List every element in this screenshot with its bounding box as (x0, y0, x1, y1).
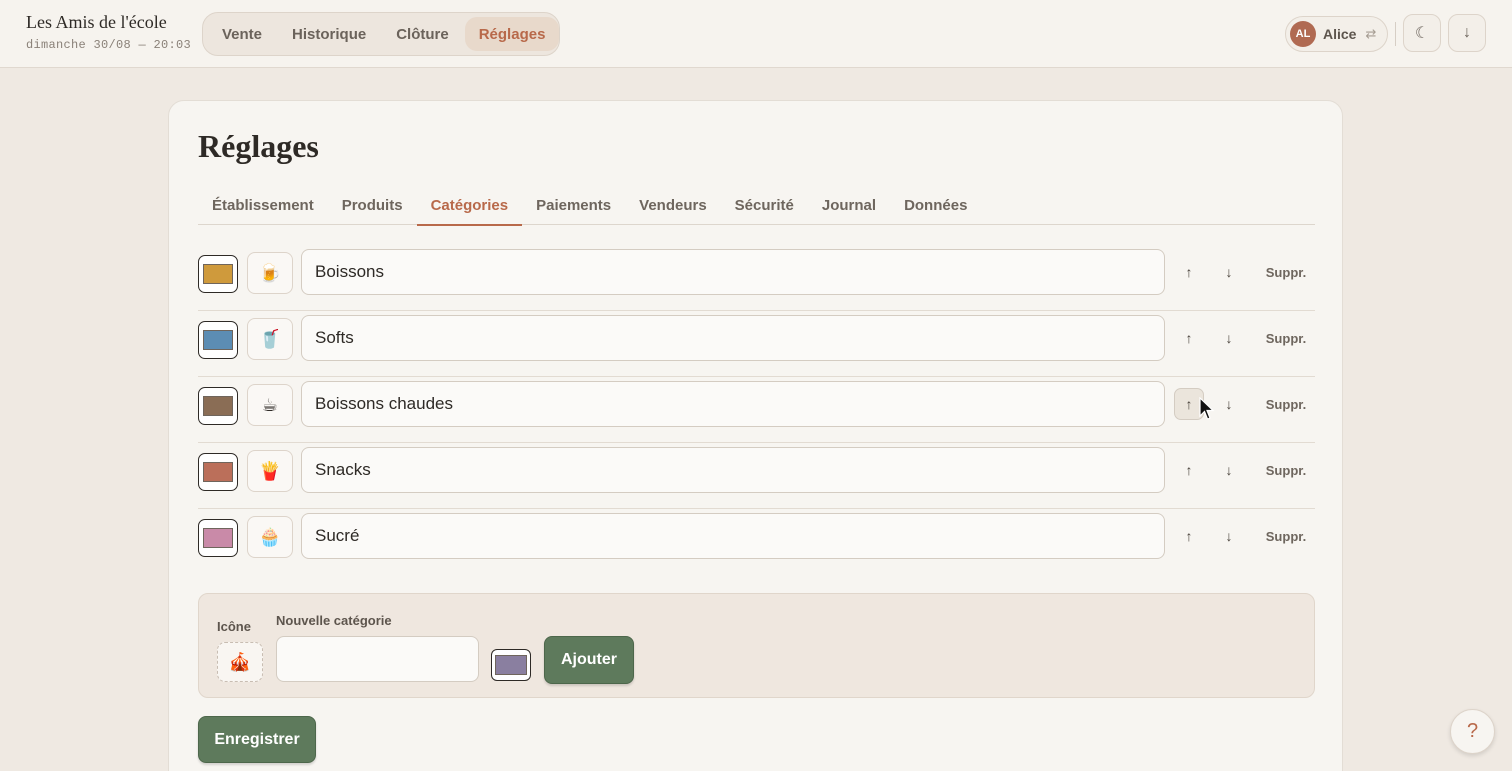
arrow-up-icon: ↑ (1185, 462, 1193, 478)
category-row: 🥤 ↑ ↓ Suppr. (198, 311, 1315, 377)
swap-icon: ⇄ (1365, 26, 1377, 41)
arrow-up-icon: ↑ (1185, 396, 1193, 412)
new-category-label: Nouvelle catégorie (276, 613, 392, 628)
color-swatch (203, 264, 233, 284)
color-picker[interactable] (198, 387, 238, 425)
delete-button[interactable]: Suppr. (1264, 256, 1308, 288)
tab-paiements[interactable]: Paiements (522, 185, 625, 225)
move-down-button[interactable]: ↓ (1214, 256, 1244, 288)
move-up-button[interactable]: ↑ (1174, 520, 1204, 552)
tab-donnees[interactable]: Données (890, 185, 981, 225)
nav-item-cloture[interactable]: Clôture (382, 17, 463, 51)
category-row: 🧁 ↑ ↓ Suppr. (198, 509, 1315, 575)
settings-tabs: Établissement Produits Catégories Paieme… (198, 185, 1315, 226)
category-row: 🍟 ↑ ↓ Suppr. (198, 443, 1315, 509)
icon-label: Icône (217, 619, 251, 634)
app-title: Les Amis de l'école (26, 12, 167, 32)
tab-journal[interactable]: Journal (808, 185, 890, 225)
user-switcher[interactable]: AL Alice ⇄ (1285, 16, 1388, 52)
tab-vendeurs[interactable]: Vendeurs (625, 185, 721, 225)
user-name: Alice (1323, 26, 1357, 42)
avatar: AL (1290, 21, 1316, 47)
top-bar: Les Amis de l'école dimanche 30/08 — 20:… (0, 0, 1512, 68)
tab-produits[interactable]: Produits (328, 185, 417, 225)
delete-button[interactable]: Suppr. (1264, 388, 1308, 420)
download-button[interactable]: ↓ (1448, 14, 1486, 52)
category-name-input[interactable] (301, 249, 1165, 295)
tab-categories[interactable]: Catégories (416, 185, 523, 226)
tab-etablissement[interactable]: Établissement (198, 185, 328, 225)
settings-card: Réglages Établissement Produits Catégori… (168, 100, 1343, 771)
category-name-input[interactable] (301, 315, 1165, 361)
new-category-input[interactable] (276, 636, 479, 682)
page-title: Réglages (198, 128, 319, 164)
category-row: ☕ ↑ ↓ Suppr. (198, 377, 1315, 443)
delete-button[interactable]: Suppr. (1264, 322, 1308, 354)
category-name-input[interactable] (301, 447, 1165, 493)
new-category-form: Icône Nouvelle catégorie 🎪 Ajouter (198, 593, 1315, 698)
color-picker[interactable] (198, 453, 238, 491)
download-icon: ↓ (1463, 24, 1471, 41)
nav-item-reglages[interactable]: Réglages (464, 17, 560, 51)
delete-button[interactable]: Suppr. (1264, 520, 1308, 552)
arrow-down-icon: ↓ (1225, 528, 1233, 544)
moon-icon: ☾ (1414, 25, 1430, 42)
category-name-input[interactable] (301, 513, 1165, 559)
help-icon: ? (1466, 720, 1479, 742)
delete-button[interactable]: Suppr. (1264, 454, 1308, 486)
arrow-down-icon: ↓ (1225, 264, 1233, 280)
brand: Les Amis de l'école dimanche 30/08 — 20:… (26, 12, 191, 52)
emoji-picker-button[interactable]: 🍺 (247, 252, 293, 294)
color-picker[interactable] (198, 519, 238, 557)
arrow-down-icon: ↓ (1225, 396, 1233, 412)
color-swatch (203, 528, 233, 548)
add-category-button[interactable]: Ajouter (544, 636, 634, 684)
new-color-swatch (495, 655, 527, 675)
mouse-cursor-icon (1199, 397, 1215, 420)
arrow-up-icon: ↑ (1185, 528, 1193, 544)
color-picker[interactable] (198, 321, 238, 359)
move-down-button[interactable]: ↓ (1214, 454, 1244, 486)
category-row: 🍺 ↑ ↓ Suppr. (198, 245, 1315, 311)
emoji-picker-button[interactable]: ☕ (247, 384, 293, 426)
move-up-button[interactable]: ↑ (1174, 256, 1204, 288)
arrow-up-icon: ↑ (1185, 264, 1193, 280)
color-swatch (203, 462, 233, 482)
new-color-picker[interactable] (491, 649, 531, 681)
nav-item-historique[interactable]: Historique (278, 17, 380, 51)
move-down-button[interactable]: ↓ (1214, 520, 1244, 552)
main-nav: Vente Historique Clôture Réglages (202, 12, 560, 56)
nav-item-vente[interactable]: Vente (208, 17, 276, 51)
move-down-button[interactable]: ↓ (1214, 322, 1244, 354)
emoji-picker-button[interactable]: 🥤 (247, 318, 293, 360)
move-up-button[interactable]: ↑ (1174, 322, 1204, 354)
move-up-button[interactable]: ↑ (1174, 454, 1204, 486)
emoji-picker-button[interactable]: 🧁 (247, 516, 293, 558)
save-button[interactable]: Enregistrer (198, 716, 316, 763)
arrow-down-icon: ↓ (1225, 330, 1233, 346)
new-emoji-picker-button[interactable]: 🎪 (217, 642, 263, 682)
move-down-button[interactable]: ↓ (1214, 388, 1244, 420)
category-name-input[interactable] (301, 381, 1165, 427)
color-swatch (203, 330, 233, 350)
help-button[interactable]: ? (1450, 709, 1495, 754)
toolbar-divider (1395, 22, 1396, 46)
category-list: 🍺 ↑ ↓ Suppr. 🥤 ↑ ↓ Suppr. ☕ ↑ ↓ Sup (198, 245, 1315, 575)
emoji-picker-button[interactable]: 🍟 (247, 450, 293, 492)
arrow-up-icon: ↑ (1185, 330, 1193, 346)
theme-toggle-button[interactable]: ☾ (1403, 14, 1441, 52)
arrow-down-icon: ↓ (1225, 462, 1233, 478)
tab-securite[interactable]: Sécurité (721, 185, 808, 225)
color-picker[interactable] (198, 255, 238, 293)
color-swatch (203, 396, 233, 416)
app-datetime: dimanche 30/08 — 20:03 (26, 38, 192, 52)
